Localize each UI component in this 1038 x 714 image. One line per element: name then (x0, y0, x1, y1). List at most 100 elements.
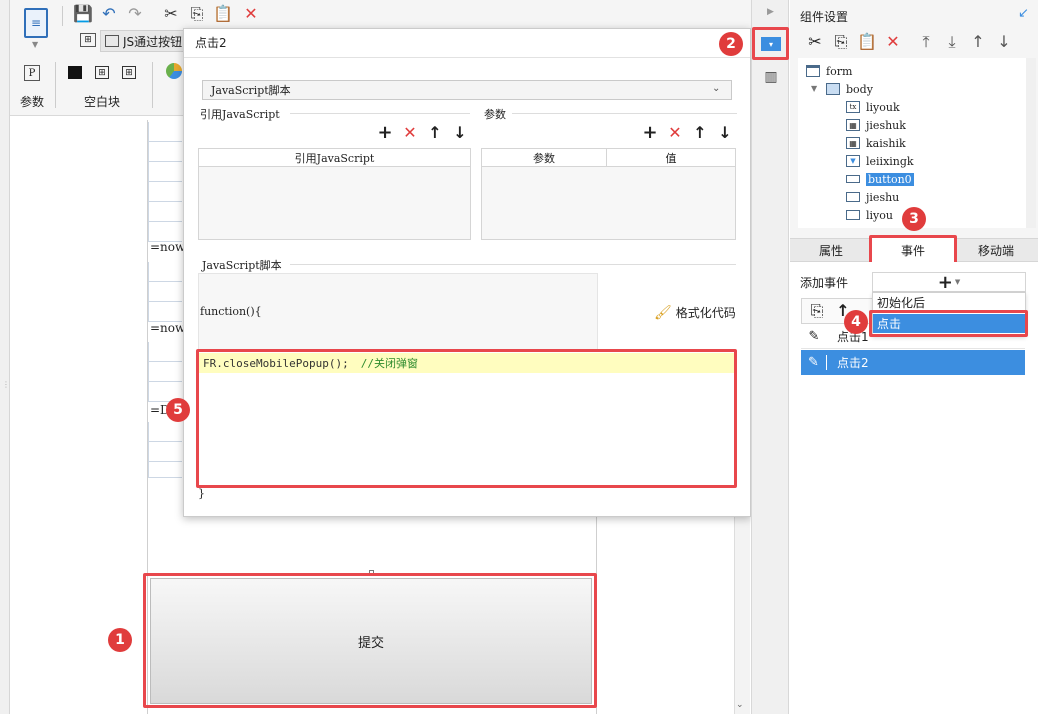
function-close: } (198, 487, 205, 500)
expand-icon[interactable]: ▼ (811, 84, 817, 93)
chevron-down-icon[interactable]: ▼ (32, 40, 38, 49)
remove-icon[interactable]: ✕ (401, 124, 419, 142)
pin-icon[interactable]: ↙ (1018, 6, 1029, 21)
copy-icon[interactable]: ⎘ (808, 302, 826, 320)
highlight-frame (143, 573, 597, 708)
tree-item-label: jieshu (866, 190, 900, 204)
tree-item-jieshu[interactable]: jieshu (846, 188, 899, 206)
tab-properties[interactable]: 属性 (790, 238, 872, 262)
dropdown-item-label: 初始化后 (877, 296, 926, 310)
paste-icon[interactable]: 📋 (213, 5, 233, 23)
function-open: function(){ (200, 305, 262, 318)
tab-mobile[interactable]: 移动端 (954, 238, 1038, 262)
param-column-label: 参数 (533, 151, 555, 165)
add-icon[interactable]: + (641, 124, 659, 142)
param-label: 参数 (20, 95, 45, 109)
add-event-button[interactable]: + ▼ (872, 272, 1026, 293)
add-icon[interactable]: + (376, 124, 394, 142)
grid-icon[interactable]: ⊞ (80, 33, 96, 47)
script-type-select[interactable]: JavaScript脚本 (202, 80, 732, 100)
textarea-icon: tx (846, 101, 860, 113)
cut-icon[interactable]: ✂ (162, 5, 180, 23)
tree-item-kaishik[interactable]: ▦ kaishik (846, 134, 906, 152)
grid-cell (148, 162, 182, 182)
blank-label: 空白块 (84, 95, 121, 109)
tree-item-button0[interactable]: button0 (846, 170, 914, 188)
value-column-header: 值 (607, 149, 735, 167)
move-down-icon[interactable]: ↓ (451, 124, 469, 142)
formula-cell[interactable]: =now (150, 240, 185, 254)
chevron-down-icon[interactable]: ⌄ (712, 83, 720, 94)
move-bottom-icon[interactable]: ⤓ (943, 33, 961, 51)
label-icon (846, 192, 860, 202)
tree-item-label: kaishik (866, 136, 906, 150)
paste-icon[interactable]: 📋 (857, 33, 877, 51)
collapse-arrow-icon[interactable]: ▶ (767, 7, 774, 17)
section-divider (512, 113, 737, 114)
toolbar-separator (152, 62, 153, 108)
tree-item-label: liyou (866, 208, 893, 222)
blank-block-icon[interactable] (68, 66, 82, 79)
tree-item-label: leiixingk (866, 154, 914, 168)
cut-icon[interactable]: ✂ (806, 33, 824, 51)
remove-icon[interactable]: ✕ (666, 124, 684, 142)
grid-cell (148, 262, 182, 282)
grid-cell (148, 282, 182, 302)
move-top-icon[interactable]: ⤒ (917, 33, 935, 51)
grid-cell (148, 182, 182, 202)
step-badge: 2 (719, 32, 743, 56)
ref-js-column-label: 引用JavaScript (294, 151, 375, 165)
format-code-button[interactable]: 🖌 格式化代码 (654, 304, 736, 321)
tree-item-jieshuk[interactable]: ▦ jieshuk (846, 116, 906, 134)
move-up-icon[interactable]: ↑ (969, 33, 987, 51)
undo-icon[interactable]: ↶ (100, 5, 118, 23)
copy-icon[interactable]: ⎘ (832, 33, 850, 51)
tree-scrollbar[interactable] (1026, 58, 1036, 228)
event-item-2[interactable]: ✎ 点击2 (801, 350, 1025, 375)
split-block-icon[interactable]: ⊞ (95, 66, 109, 79)
grid-cell (148, 202, 182, 222)
formula-cell[interactable]: =now (150, 321, 185, 335)
move-up-icon[interactable]: ↑ (691, 124, 709, 142)
tree-item-body[interactable]: body (826, 80, 873, 98)
move-down-icon[interactable]: ↓ (995, 33, 1013, 51)
highlight-frame (752, 27, 789, 60)
add-event-label: 添加事件 (800, 276, 849, 290)
edit-icon: ✎ (801, 355, 827, 370)
calendar-icon: ▦ (846, 119, 860, 131)
layout-icon[interactable]: ▥ (762, 69, 780, 85)
highlight-frame (869, 235, 957, 265)
label-icon (846, 210, 860, 220)
redo-icon[interactable]: ↷ (126, 5, 144, 23)
scroll-down-icon[interactable]: ⌄ (736, 700, 744, 710)
table-block-icon[interactable]: ⊞ (122, 66, 136, 79)
param-icon[interactable]: P (24, 65, 40, 81)
left-edge-strip (0, 0, 10, 714)
chevron-down-icon: ▼ (954, 278, 961, 286)
toolbar-separator (62, 6, 63, 26)
tab-js-button[interactable]: JS通过按钮 (100, 30, 186, 52)
dialog-title: 点击2 (195, 36, 227, 50)
delete-icon[interactable]: ✕ (242, 5, 260, 23)
pie-chart-icon[interactable] (166, 63, 182, 79)
middle-strip (751, 0, 789, 714)
delete-icon[interactable]: ✕ (884, 33, 902, 51)
save-icon[interactable]: 💾 (73, 5, 93, 23)
grid-cell (148, 142, 182, 162)
tree-item-leiixingk[interactable]: ▼ leiixingk (846, 152, 914, 170)
section-divider (290, 113, 470, 114)
resize-grip-icon[interactable]: ⋮ (2, 380, 10, 389)
tree-item-label: form (826, 64, 853, 78)
tree-item-liyou[interactable]: liyou (846, 206, 893, 224)
grid-cell (148, 362, 182, 382)
dialog-title-divider (184, 57, 750, 58)
tab-label: 移动端 (977, 243, 1014, 258)
tree-item-liyouk[interactable]: tx liyouk (846, 98, 900, 116)
template-icon[interactable]: ≡ (24, 8, 48, 38)
copy-icon[interactable]: ⎘ (188, 5, 206, 23)
tree-item-form[interactable]: form (806, 62, 852, 80)
ref-js-section-title: 引用JavaScript (200, 108, 280, 121)
move-down-icon[interactable]: ↓ (716, 124, 734, 142)
params-section-title: 参数 (484, 108, 506, 121)
move-up-icon[interactable]: ↑ (426, 124, 444, 142)
